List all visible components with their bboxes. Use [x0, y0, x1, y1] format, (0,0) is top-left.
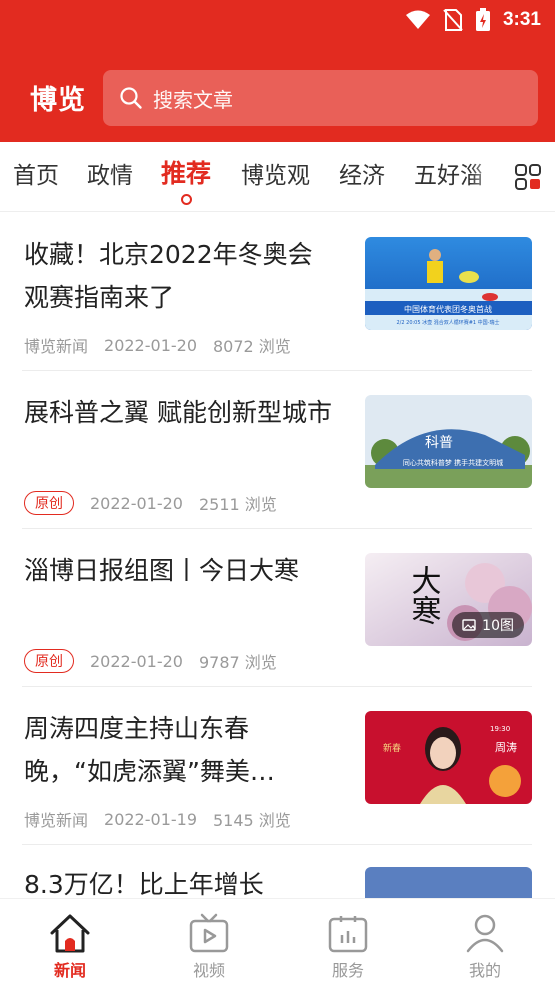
- thumb-caption: 周涛: [495, 740, 517, 754]
- article-views: 8072 浏览: [213, 337, 291, 356]
- article-title: 收藏！北京2022年冬奥会观赛指南来了: [24, 240, 313, 312]
- tab-bolanguan[interactable]: 博览观: [241, 156, 310, 190]
- article-meta: 原创 2022-01-20 9787 浏览: [24, 649, 277, 673]
- article-title: 淄博日报组图丨今日大寒: [24, 556, 300, 585]
- article-title: 展科普之翼 赋能创新型城市: [24, 398, 332, 427]
- service-icon: [328, 916, 368, 953]
- thumb-subcaption: 科普: [425, 435, 453, 451]
- article-views: 5145 浏览: [213, 811, 291, 830]
- article-date: 2022-01-20: [90, 651, 183, 671]
- thumb-caption: 同心共筑科普梦 携手共建文明城: [403, 458, 503, 467]
- header-bar: 3:31 博览 搜索文章: [0, 0, 555, 142]
- search-icon: [120, 87, 142, 109]
- status-bar: 3:31: [405, 6, 541, 34]
- nav-news[interactable]: 新闻: [30, 911, 110, 981]
- original-badge: 原创: [24, 491, 74, 515]
- nav-label: 我的: [468, 961, 501, 980]
- search-placeholder: 搜索文章: [153, 87, 233, 112]
- user-icon: [466, 914, 504, 953]
- picture-count-badge: 10图: [452, 612, 524, 638]
- svg-text:新春: 新春: [383, 742, 401, 754]
- article-source: 博览新闻: [24, 337, 89, 356]
- channel-menu-button[interactable]: [500, 142, 555, 211]
- tv-icon: [189, 913, 229, 953]
- nav-video[interactable]: 视频: [169, 911, 249, 981]
- article-thumbnail: 新春 19:30 周涛: [365, 711, 532, 804]
- tab-economy[interactable]: 经济: [339, 156, 385, 190]
- battery-icon: [475, 8, 490, 31]
- article-item[interactable]: 周涛四度主持山东春晚，“如虎添翼”舞美… 博览新闻 2022-01-19 514…: [22, 687, 532, 845]
- article-thumbnail: 科普 同心共筑科普梦 携手共建文明城: [365, 395, 532, 488]
- search-input[interactable]: 搜索文章: [103, 70, 538, 126]
- grid-icon: [514, 164, 541, 190]
- article-views: 2511 浏览: [198, 495, 277, 514]
- tab-recommend[interactable]: 推荐: [161, 154, 211, 190]
- thumb-subcaption: 19:30: [490, 725, 510, 733]
- nav-service[interactable]: 服务: [308, 911, 388, 981]
- article-item[interactable]: 展科普之翼 赋能创新型城市 原创 2022-01-20 2511 浏览 科普 同…: [22, 371, 532, 529]
- no-sim-icon: [443, 9, 463, 31]
- nav-label: 服务: [331, 961, 364, 980]
- article-item[interactable]: 淄博日报组图丨今日大寒 原创 2022-01-20 9787 浏览 大寒 10图: [22, 529, 532, 687]
- image-icon: [462, 619, 476, 631]
- article-date: 2022-01-19: [104, 809, 197, 829]
- app-logo: 博览: [30, 85, 86, 116]
- tabs-fade: [470, 142, 500, 211]
- wifi-icon: [405, 10, 430, 29]
- tab-home[interactable]: 首页: [13, 156, 59, 190]
- nav-label: 视频: [192, 961, 225, 980]
- article-meta: 原创 2022-01-20 2511 浏览: [24, 491, 277, 515]
- article-source: 博览新闻: [24, 811, 89, 830]
- article-meta: 博览新闻 2022-01-20 8072 浏览: [24, 333, 291, 357]
- picture-count: 10图: [482, 618, 514, 634]
- article-date: 2022-01-20: [104, 335, 197, 355]
- status-time: 3:31: [502, 9, 541, 30]
- article-title: 周涛四度主持山东春晚，“如虎添翼”舞美…: [24, 714, 275, 786]
- channel-tabs: 首页 政情 推荐 博览观 经济 五好淄: [0, 142, 555, 212]
- thumb-subcaption: 2/2 20:05 冰壶 混合双人循环赛#1 中国-瑞士: [397, 319, 500, 326]
- article-views: 9787 浏览: [198, 653, 277, 672]
- article-meta: 博览新闻 2022-01-19 5145 浏览: [24, 807, 291, 831]
- nav-label: 新闻: [53, 961, 86, 980]
- nav-me[interactable]: 我的: [445, 911, 525, 981]
- article-date: 2022-01-20: [90, 493, 183, 513]
- article-thumbnail: 大寒 10图: [365, 553, 532, 646]
- article-thumbnail: 中国体育代表团冬奥首战 2/2 20:05 冰壶 混合双人循环赛#1 中国-瑞士: [365, 237, 532, 330]
- active-tab-indicator: [181, 194, 192, 205]
- original-badge: 原创: [24, 649, 74, 673]
- thumb-caption: 中国体育代表团冬奥首战: [404, 304, 492, 314]
- bottom-navigation: 新闻 视频 服务 我的: [0, 898, 555, 988]
- tab-politics[interactable]: 政情: [87, 156, 133, 190]
- home-icon: [50, 914, 90, 953]
- thumb-caption: 大寒: [406, 565, 441, 625]
- article-item[interactable]: 收藏！北京2022年冬奥会观赛指南来了 博览新闻 2022-01-20 8072…: [22, 213, 532, 371]
